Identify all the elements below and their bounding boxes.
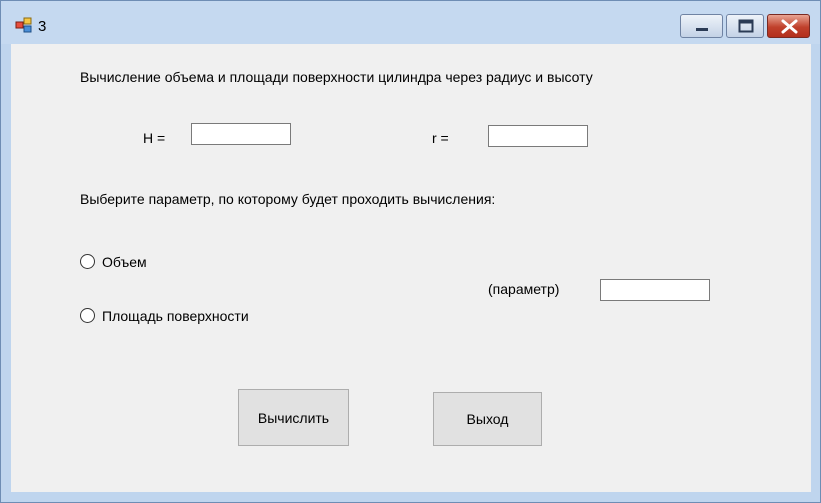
height-input[interactable] [191,123,291,145]
app-window: 3 Вычисление объема и площади поверхност… [0,0,821,503]
parameter-label: (параметр) [488,281,560,297]
close-button[interactable] [767,14,810,38]
title-bar[interactable]: 3 [1,1,820,44]
radius-label: r = [432,130,449,146]
option-volume-label: Объем [102,254,147,270]
app-icon [15,17,33,35]
option-surface-area-label: Площадь поверхности [102,308,249,324]
radius-input[interactable] [488,125,588,147]
form-heading: Вычисление объема и площади поверхности … [80,69,593,85]
volume-radio[interactable] [80,254,95,269]
parameter-input[interactable] [600,279,710,301]
choose-parameter-label: Выберите параметр, по которому будет про… [80,191,496,207]
form-body: Вычисление объема и площади поверхности … [11,44,811,492]
window-title: 3 [38,18,47,35]
close-icon [781,19,798,34]
height-label: H = [143,130,166,146]
calculate-button[interactable]: Вычислить [238,389,349,446]
minimize-button[interactable] [680,14,723,38]
minimize-icon [696,28,708,31]
exit-button[interactable]: Выход [433,392,542,446]
maximize-button[interactable] [726,14,764,38]
surface-area-radio[interactable] [80,308,95,323]
maximize-icon [738,19,754,33]
